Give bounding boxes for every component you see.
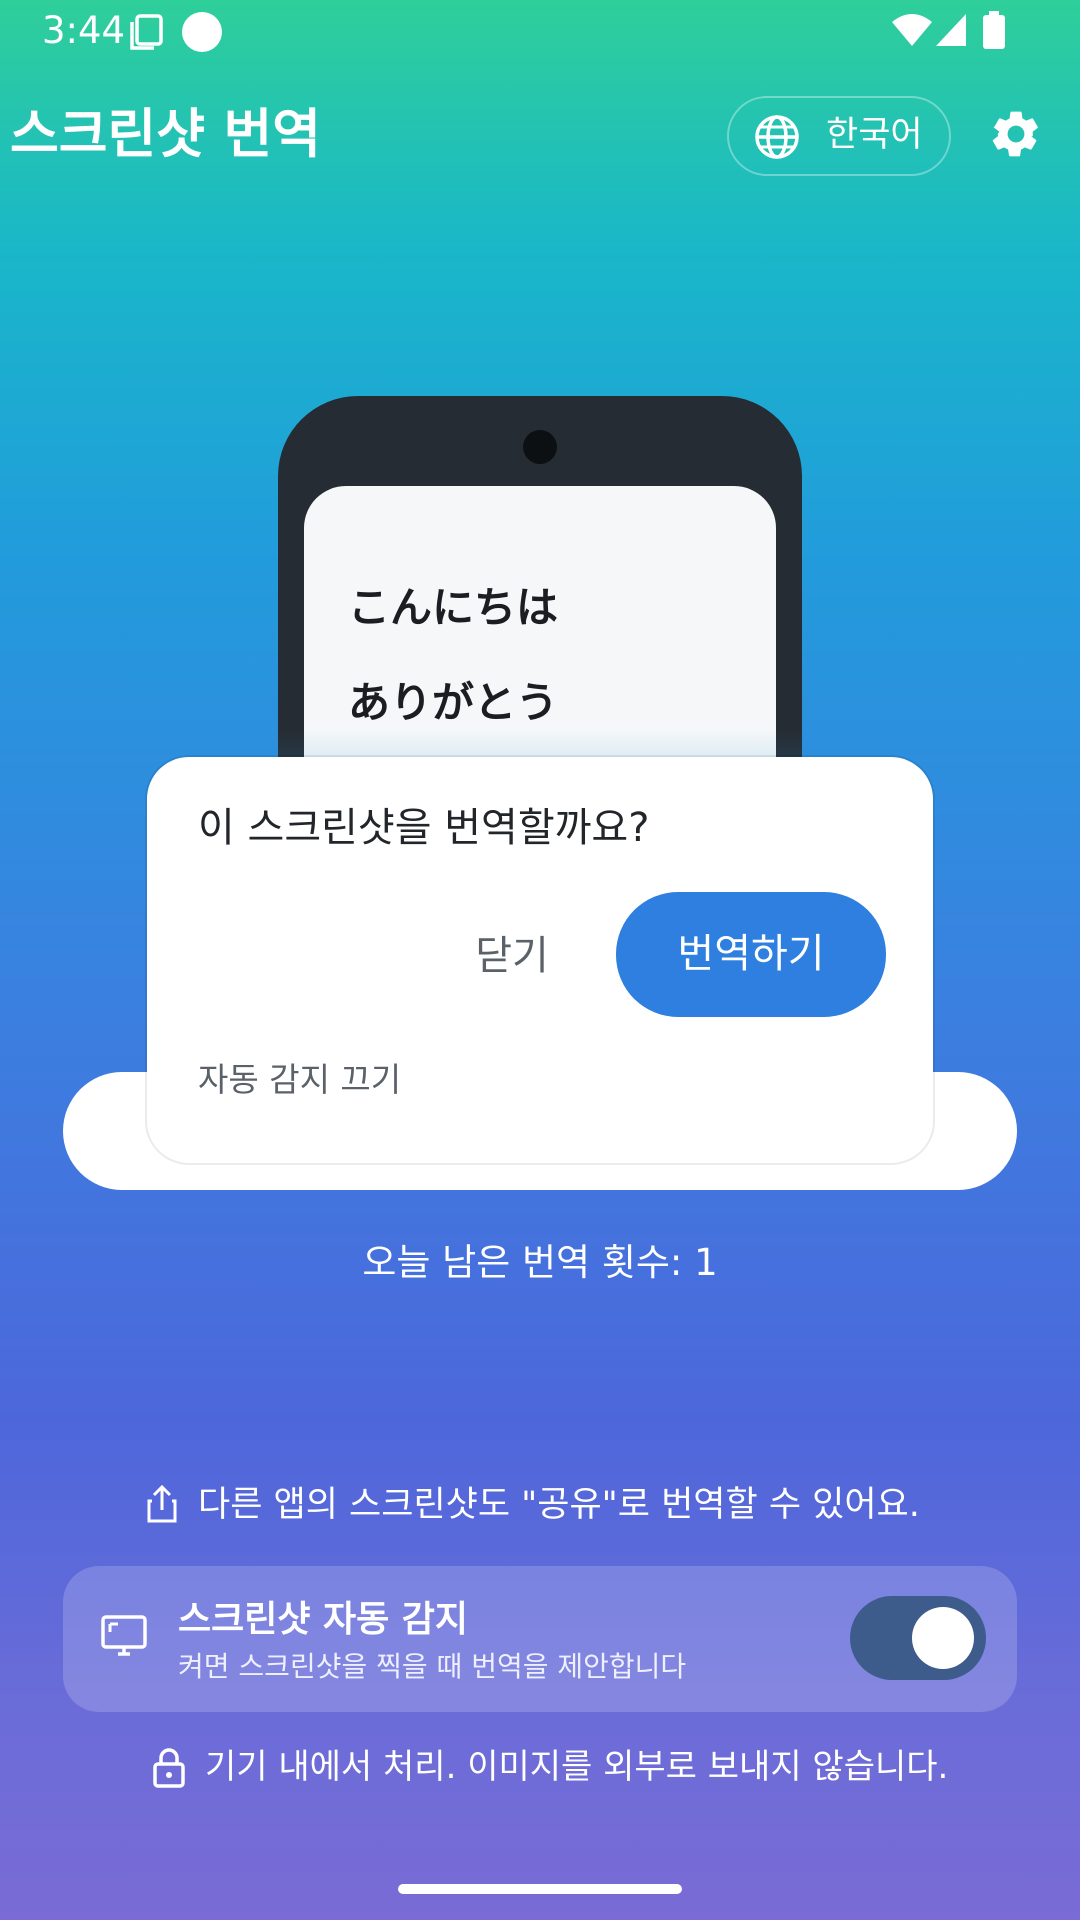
toggle-knob <box>912 1607 974 1669</box>
translate-button[interactable]: 번역하기 <box>616 892 886 1017</box>
gear-icon[interactable] <box>988 106 1044 162</box>
notification-copy-icon <box>130 14 163 50</box>
auto-detect-subtitle: 켜면 스크린샷을 찍을 때 번역을 제안합니다 <box>178 1650 687 1683</box>
dialog-title: 이 스크린샷을 번역할까요? <box>198 805 650 851</box>
illustration-line-1: こんにちは <box>348 583 559 632</box>
remaining-count: 오늘 남은 번역 횟수: 1 <box>362 1241 718 1284</box>
privacy-note: 기기 내에서 처리. 이미지를 외부로 보내지 않습니다. <box>205 1747 949 1787</box>
illustration-line-2: ありがとう <box>348 678 559 727</box>
circle-indicator-icon <box>182 12 222 52</box>
close-button[interactable]: 닫기 <box>462 926 562 986</box>
signal-icon <box>936 14 966 46</box>
app-title: 스크린샷 번역 <box>10 104 322 165</box>
share-icon <box>147 1484 177 1523</box>
share-hint: 다른 앱의 스크린샷도 "공유"로 번역할 수 있어요. <box>198 1485 920 1525</box>
monitor-icon <box>101 1615 147 1656</box>
battery-icon <box>983 11 1005 49</box>
home-indicator[interactable] <box>398 1884 682 1894</box>
status-time: 3:44 <box>42 9 126 52</box>
camera-dot <box>523 430 557 464</box>
wifi-icon <box>892 14 932 46</box>
disable-auto-detect-link[interactable]: 자동 감지 끄기 <box>198 1058 401 1102</box>
lock-icon <box>153 1748 185 1788</box>
auto-detect-title: 스크린샷 자동 감지 <box>178 1599 469 1640</box>
language-label: 한국어 <box>826 115 923 155</box>
globe-icon <box>755 115 799 159</box>
